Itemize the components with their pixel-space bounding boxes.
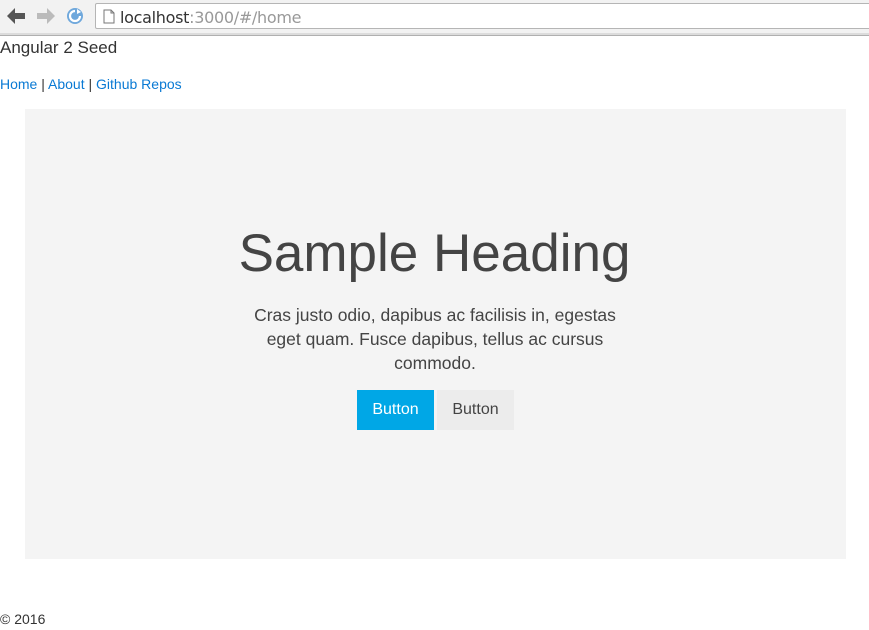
- back-button[interactable]: [5, 5, 27, 27]
- page-icon: [103, 9, 115, 24]
- url-text: localhost:3000/#/home: [120, 8, 301, 27]
- reload-button[interactable]: [64, 5, 86, 27]
- primary-button[interactable]: Button: [357, 390, 434, 430]
- reload-icon: [67, 8, 83, 24]
- forward-button[interactable]: [35, 5, 57, 27]
- back-arrow-icon: [7, 8, 25, 24]
- nav-separator: |: [84, 76, 97, 92]
- nav-link-about[interactable]: About: [48, 76, 85, 92]
- nav-separator: |: [37, 76, 49, 92]
- url-host: localhost: [120, 8, 190, 27]
- nav-link-github-repos[interactable]: Github Repos: [96, 76, 182, 92]
- hero-heading: Sample Heading: [238, 224, 631, 283]
- main-nav: Home | About | Github Repos: [0, 76, 182, 92]
- url-path: :3000/#/home: [189, 8, 302, 27]
- nav-link-home[interactable]: Home: [0, 76, 37, 92]
- footer-copyright: © 2016: [0, 611, 46, 627]
- toolbar-divider: [0, 33, 869, 36]
- hero-lead-text: Cras justo odio, dapibus ac facilisis in…: [254, 305, 616, 373]
- address-bar[interactable]: localhost:3000/#/home: [95, 3, 869, 29]
- browser-toolbar: localhost:3000/#/home: [0, 0, 869, 34]
- site-title: Angular 2 Seed: [0, 38, 118, 57]
- forward-arrow-icon: [37, 8, 55, 24]
- secondary-button[interactable]: Button: [437, 390, 514, 430]
